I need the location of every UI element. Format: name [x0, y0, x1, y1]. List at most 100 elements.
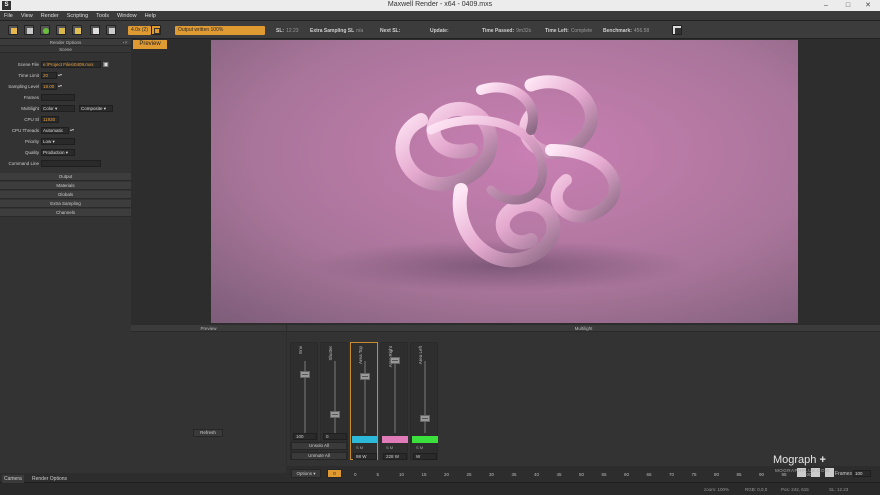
frame-field[interactable]: 0 [327, 469, 342, 478]
fit-icon [154, 28, 160, 34]
window-title: Maxwell Render - x64 - 0409.mxs [387, 1, 493, 8]
timeline-tick: 90 [759, 472, 765, 477]
area-left-sm[interactable]: S M [416, 445, 423, 450]
section-materials[interactable]: Materials [0, 182, 131, 190]
refresh-button[interactable]: Refresh [193, 429, 223, 437]
scene-file-row: Scene File e:\Project Files\0409.mxs ▣ [17, 61, 109, 68]
menu-view[interactable]: View [17, 11, 37, 19]
quality-select[interactable]: Production ▾ [41, 149, 75, 156]
engine-badge[interactable]: 4.0x (2) [128, 26, 151, 35]
tab-camera[interactable]: Camera [2, 475, 24, 483]
close-button[interactable]: ✕ [858, 0, 878, 11]
command-line-row: Command Line [0, 160, 131, 168]
timeline-tick: 10 [399, 472, 405, 477]
area-top-slider[interactable] [360, 373, 370, 380]
area-right-sm[interactable]: S M [386, 445, 393, 450]
timeline-tick: 25 [466, 472, 472, 477]
scene-icon [59, 28, 65, 34]
frames-field[interactable] [41, 94, 75, 101]
multilight-panel: Multilight Env 100 Shutter 0 Area Top S … [287, 325, 880, 473]
cpu-threads-field[interactable]: Automatic [41, 127, 69, 134]
menu-scripting[interactable]: Scripting [63, 11, 92, 19]
multilight-mode-select[interactable]: Composite ▾ [79, 105, 113, 112]
command-line-field[interactable] [41, 160, 101, 167]
multilight-select[interactable]: Color ▾ [41, 105, 75, 112]
time-limit-row: Time Limit 20 ▴▾ [18, 72, 63, 79]
status-rgb: RGB: 0,0,0 [745, 487, 768, 492]
stat-extra-sampling: Extra Sampling SL n/a [310, 28, 364, 34]
material-button[interactable] [72, 25, 82, 35]
env-slider[interactable] [300, 371, 310, 378]
stat-sl: SL: 12.23 [276, 28, 299, 34]
watermark-logo: Mograph + [773, 454, 826, 466]
render-options-panel: Render Options ▪✕ Scene Scene File e:\Proj… [0, 39, 131, 473]
section-extra-sampling[interactable]: Extra Sampling [0, 200, 131, 208]
multilight-row: Multilight Color ▾ Composite ▾ [0, 105, 131, 113]
timeline-tick: 60 [624, 472, 630, 477]
scene-button[interactable] [56, 25, 66, 35]
save-button[interactable] [24, 25, 34, 35]
section-channels[interactable]: Channels [0, 209, 131, 217]
title-bar: S Maxwell Render - x64 - 0409.mxs – □ ✕ [0, 0, 880, 11]
shutter-slider[interactable] [330, 411, 340, 418]
fit-button[interactable] [151, 25, 161, 35]
menu-window[interactable]: Window [113, 11, 141, 19]
rendered-image [211, 40, 798, 323]
timeline-tick: 65 [646, 472, 652, 477]
unmute-all-button[interactable]: Unmute All [291, 452, 347, 460]
priority-select[interactable]: Low ▾ [41, 138, 75, 145]
area-right-value[interactable]: 228 W [383, 453, 407, 460]
save-image-button[interactable] [90, 25, 100, 35]
scene-file-field[interactable]: e:\Project Files\0409.mxs [41, 61, 101, 68]
maximize-button[interactable]: □ [838, 0, 858, 11]
stat-benchmark: Benchmark: 456.58 [603, 28, 650, 34]
frames-total-field[interactable]: 100 [853, 470, 871, 477]
material-icon [75, 28, 81, 34]
area-left-value[interactable]: W [413, 453, 437, 460]
dock-icon[interactable]: ▪✕ [123, 39, 128, 46]
frames-label: Frames [835, 471, 852, 477]
timeline-tick: 75 [691, 472, 697, 477]
time-limit-field[interactable]: 20 [41, 72, 57, 79]
sampling-spinner[interactable]: ▴▾ [58, 83, 62, 88]
menu-render[interactable]: Render [37, 11, 63, 19]
cpu-sl-field[interactable]: 11930 [41, 116, 59, 123]
shutter-value[interactable]: 0 [323, 433, 347, 440]
stat-update: Update: [430, 28, 449, 34]
browse-folder-icon[interactable]: ▣ [103, 61, 109, 68]
export-button[interactable] [106, 25, 116, 35]
channel-area-top: Area Top S M 98 W [350, 342, 378, 460]
time-limit-spinner[interactable]: ▴▾ [58, 72, 62, 77]
channel-area-left: Area Left S M W [410, 342, 438, 460]
timeline-tick: 15 [421, 472, 427, 477]
tab-render-options[interactable]: Render Options [30, 475, 69, 483]
quality-row: Quality Production ▾ [0, 149, 131, 157]
render-button[interactable] [40, 25, 50, 35]
area-top-value[interactable]: 98 W [353, 453, 377, 460]
area-right-slider[interactable] [390, 357, 400, 364]
menu-tools[interactable]: Tools [92, 11, 113, 19]
sampling-row: Sampling Level 18.00 ▴▾ [8, 83, 63, 90]
area-left-slider[interactable] [420, 415, 430, 422]
render-icon [43, 28, 49, 34]
section-globals[interactable]: Globals [0, 191, 131, 199]
save-icon [27, 28, 33, 34]
snapshot-button[interactable] [672, 25, 682, 35]
menu-help[interactable]: Help [141, 11, 160, 19]
area-top-color[interactable] [352, 436, 378, 443]
options-dropdown[interactable]: Options ▾ [291, 469, 321, 478]
section-output[interactable]: Output [0, 173, 131, 181]
open-folder-button[interactable] [8, 25, 18, 35]
timeline-tick: 55 [601, 472, 607, 477]
area-top-sm[interactable]: S M [356, 445, 363, 450]
sampling-field[interactable]: 18.00 [41, 83, 57, 90]
unsolo-all-button[interactable]: Unsolo All [291, 442, 347, 450]
env-value[interactable]: 100 [293, 433, 317, 440]
cpu-threads-spinner[interactable]: ▴▾ [70, 127, 74, 132]
menu-file[interactable]: File [0, 11, 17, 19]
status-pos: Pos: 242, 615 [781, 487, 809, 492]
minimize-button[interactable]: – [816, 0, 836, 11]
area-right-color[interactable] [382, 436, 408, 443]
area-left-color[interactable] [412, 436, 438, 443]
preview-tab[interactable]: Preview [133, 40, 167, 49]
